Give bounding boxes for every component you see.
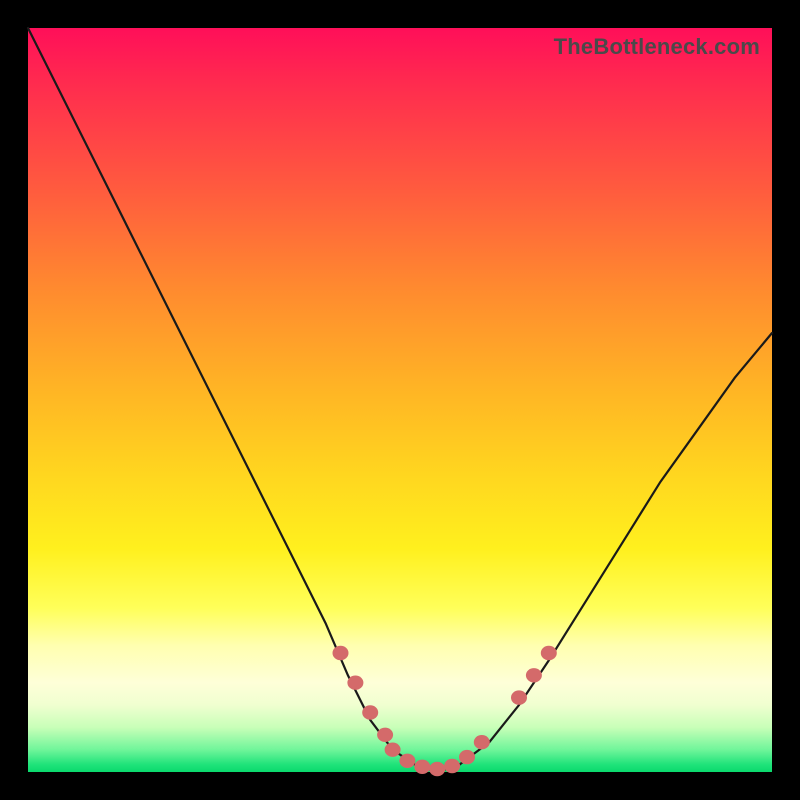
curve-marker [541, 646, 557, 660]
curve-marker [526, 668, 542, 682]
curve-markers [333, 646, 557, 776]
curve-marker [399, 754, 415, 768]
curve-marker [511, 690, 527, 704]
curve-marker [362, 705, 378, 719]
curve-marker [333, 646, 349, 660]
curve-marker [474, 735, 490, 749]
curve-marker [459, 750, 475, 764]
plot-area: TheBottleneck.com [28, 28, 772, 772]
curve-marker [444, 759, 460, 773]
curve-marker [429, 762, 445, 776]
curve-marker [414, 760, 430, 774]
curve-layer [28, 28, 772, 772]
curve-marker [385, 743, 401, 757]
curve-marker [347, 676, 363, 690]
curve-marker [377, 728, 393, 742]
bottleneck-curve [28, 28, 772, 772]
chart-frame: TheBottleneck.com [28, 28, 772, 772]
